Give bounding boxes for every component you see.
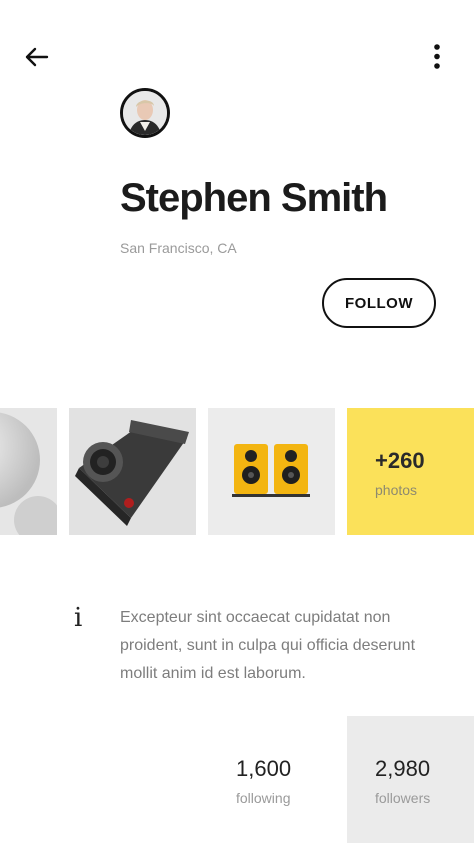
profile-name: Stephen Smith xyxy=(120,176,388,220)
yellow-speakers-photo xyxy=(208,408,335,535)
photo-tile-speakers[interactable] xyxy=(208,408,335,535)
info-icon: i xyxy=(74,603,83,633)
followers-count: 2,980 xyxy=(375,756,431,781)
avatar[interactable] xyxy=(120,88,170,138)
more-photos-tile[interactable]: +260 photos xyxy=(347,408,474,535)
camera-photo xyxy=(69,408,196,535)
photo-tile-sphere[interactable] xyxy=(0,408,57,535)
following-label: following xyxy=(236,790,291,806)
profile-bio: Excepteur sint occaecat cupidatat non pr… xyxy=(120,609,416,682)
photo-count-label: photos xyxy=(375,482,418,498)
more-options-button[interactable] xyxy=(425,42,449,72)
following-count: 1,600 xyxy=(236,756,292,781)
sphere-speaker-photo xyxy=(0,408,57,535)
back-button[interactable] xyxy=(22,42,52,72)
followers-stat[interactable]: 2,980 followers xyxy=(347,716,474,843)
profile-location: San Francisco, CA xyxy=(120,240,237,256)
photo-count: +260 xyxy=(375,448,425,473)
photo-tile-camera[interactable] xyxy=(69,408,196,535)
following-stat[interactable]: 1,600 following xyxy=(208,716,335,843)
arrow-left-icon xyxy=(25,47,49,67)
avatar-image xyxy=(123,91,167,135)
more-vertical-icon xyxy=(434,44,440,69)
followers-label: followers xyxy=(375,790,431,806)
follow-button[interactable]: FOLLOW xyxy=(322,278,436,328)
